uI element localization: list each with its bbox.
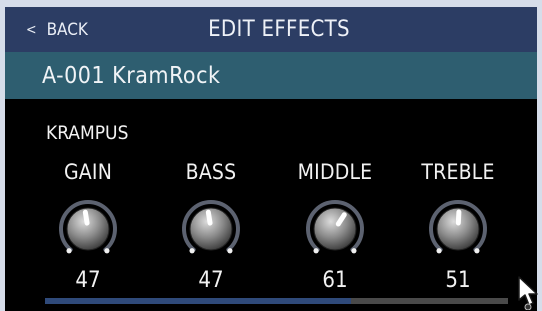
knob-indicator <box>82 209 90 226</box>
param-label: GAIN <box>63 160 113 184</box>
patch-name: A-001 KramRock <box>42 63 221 89</box>
scrollbar-thumb[interactable] <box>45 298 351 304</box>
parameter-scrollbar[interactable] <box>45 298 508 304</box>
param-label: BASS <box>185 160 237 184</box>
param-value: 61 <box>322 268 348 293</box>
mouse-pointer-icon <box>518 276 538 310</box>
page-title: EDIT EFFECTS <box>208 17 350 42</box>
middle-knob[interactable] <box>304 198 366 260</box>
param-middle: MIDDLE 61 <box>279 159 391 294</box>
title-bar: < BACK EDIT EFFECTS <box>5 7 537 52</box>
param-value: 47 <box>75 268 101 293</box>
param-treble: TREBLE 51 <box>402 159 514 294</box>
min-dot <box>66 248 72 254</box>
effect-editor-screen: < BACK EDIT EFFECTS A-001 KramRock KRAMP… <box>5 7 537 311</box>
knob-body <box>313 207 357 251</box>
max-dot <box>474 248 480 254</box>
effect-name: KRAMPUS <box>46 122 129 144</box>
patch-bar[interactable]: A-001 KramRock <box>5 52 537 99</box>
max-dot <box>227 248 233 254</box>
param-label: TREBLE <box>421 160 495 184</box>
min-dot <box>436 248 442 254</box>
max-dot <box>104 248 110 254</box>
treble-knob[interactable] <box>427 198 489 260</box>
knob-indicator <box>455 209 462 226</box>
min-dot <box>313 248 319 254</box>
max-dot <box>351 248 357 254</box>
param-gain: GAIN 47 <box>32 159 144 294</box>
knob-indicator <box>205 209 213 226</box>
param-value: 47 <box>198 268 224 293</box>
min-dot <box>189 248 195 254</box>
param-label: MIDDLE <box>297 160 373 184</box>
param-bass: BASS 47 <box>155 159 267 294</box>
param-value: 51 <box>445 268 471 293</box>
gain-knob[interactable] <box>57 198 119 260</box>
bass-knob[interactable] <box>180 198 242 260</box>
